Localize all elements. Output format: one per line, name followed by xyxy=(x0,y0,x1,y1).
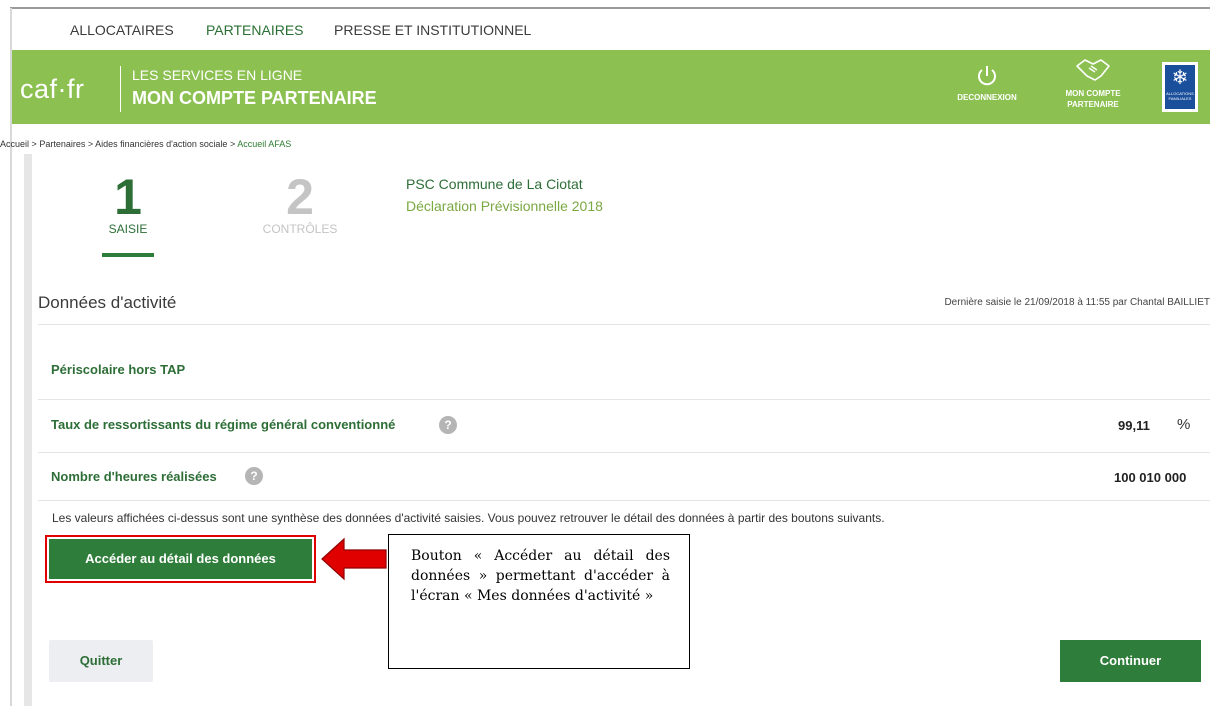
rate-label: Taux de ressortissants du régime général… xyxy=(51,417,396,432)
rate-value: 99,11 xyxy=(1118,418,1150,433)
account-label-1: MON COMPTE xyxy=(1065,89,1121,98)
step-number: 2 xyxy=(286,169,314,225)
hours-value: 100 010 000 xyxy=(1114,470,1187,485)
top-border xyxy=(10,7,1210,9)
help-icon[interactable]: ? xyxy=(439,416,457,434)
breadcrumb-home[interactable]: Accueil xyxy=(0,139,29,149)
snowflake-icon: ❄ xyxy=(1171,67,1189,89)
logout-button[interactable]: DECONNEXION xyxy=(952,64,1022,103)
account-label-2: PARTENAIRE xyxy=(1067,100,1119,109)
caf-logo[interactable]: caf·fr xyxy=(20,74,85,105)
nav-allocataires[interactable]: ALLOCATAIRES xyxy=(70,22,174,38)
content-left-border xyxy=(24,154,32,706)
step-label: CONTRÔLES xyxy=(262,222,338,236)
top-navigation: ALLOCATAIRES PARTENAIRES PRESSE ET INSTI… xyxy=(12,10,1210,50)
divider xyxy=(38,324,1210,325)
step-label: SAISIE xyxy=(108,222,148,236)
hours-label: Nombre d'heures réalisées xyxy=(51,469,217,484)
active-step-indicator xyxy=(102,253,154,257)
divider xyxy=(38,452,1210,453)
logo-separator xyxy=(120,66,121,112)
rate-unit: % xyxy=(1177,416,1191,433)
handshake-icon xyxy=(1076,59,1110,81)
help-icon[interactable]: ? xyxy=(245,467,263,485)
callout-text: Bouton « Accéder au détail des données »… xyxy=(411,548,670,604)
breadcrumb-current: Accueil AFAS xyxy=(237,139,292,149)
annotation-callout: Bouton « Accéder au détail des données »… xyxy=(388,534,690,669)
declaration-name: Déclaration Prévisionnelle 2018 xyxy=(406,198,603,214)
last-entry-info: Dernière saisie le 21/09/2018 à 11:55 pa… xyxy=(944,297,1210,308)
continue-button[interactable]: Continuer xyxy=(1060,640,1201,682)
my-account-button[interactable]: MON COMPTE PARTENAIRE xyxy=(1056,56,1130,110)
caf-emblem: ❄ ALLOCATIONS FAMILIALES xyxy=(1162,62,1198,112)
step-saisie: 1 SAISIE xyxy=(100,172,156,257)
divider xyxy=(38,500,1210,501)
partner-name: PSC Commune de La Ciotat xyxy=(406,176,583,192)
site-header: caf·fr LES SERVICES EN LIGNE MON COMPTE … xyxy=(12,50,1210,124)
breadcrumb-partenaires[interactable]: Partenaires xyxy=(39,139,85,149)
account-title: MON COMPTE PARTENAIRE xyxy=(132,88,377,108)
emblem-text: ALLOCATIONS FAMILIALES xyxy=(1166,91,1194,101)
step-controles: 2 CONTRÔLES xyxy=(252,172,348,236)
arrow-left-icon xyxy=(321,537,387,581)
services-title: LES SERVICES EN LIGNE xyxy=(132,67,303,83)
quit-button[interactable]: Quitter xyxy=(49,640,153,682)
detail-button[interactable]: Accéder au détail des données xyxy=(49,539,312,579)
logout-label: DECONNEXION xyxy=(957,93,1017,102)
highlight-frame: Accéder au détail des données xyxy=(45,535,316,583)
step-number: 1 xyxy=(114,169,142,225)
breadcrumb-aides[interactable]: Aides financières d'action sociale xyxy=(95,139,227,149)
nav-partenaires[interactable]: PARTENAIRES xyxy=(206,22,304,38)
nav-presse[interactable]: PRESSE ET INSTITUTIONNEL xyxy=(334,22,531,38)
breadcrumb-sep: > xyxy=(229,139,236,149)
activity-name: Périscolaire hors TAP xyxy=(51,362,186,377)
breadcrumb: Accueil > Partenaires > Aides financière… xyxy=(0,139,291,149)
power-icon xyxy=(978,66,996,86)
divider xyxy=(38,399,1210,400)
info-text: Les valeurs affichées ci-dessus sont une… xyxy=(52,511,885,525)
section-title: Données d'activité xyxy=(38,293,177,312)
breadcrumb-sep: > xyxy=(31,139,37,149)
breadcrumb-sep: > xyxy=(87,139,94,149)
